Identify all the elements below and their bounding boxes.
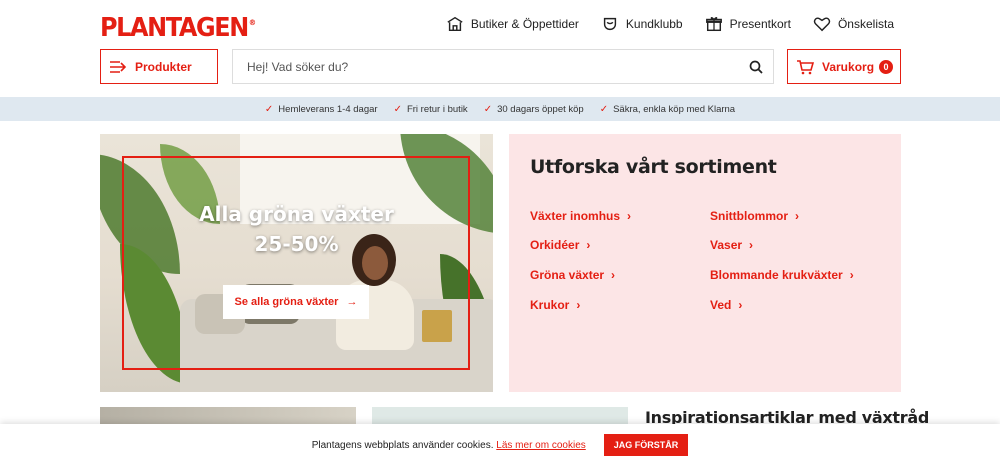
cookie-accept-button[interactable]: JAG FÖRSTÅR [603, 434, 689, 456]
category-link[interactable]: Vaser › [710, 238, 753, 252]
cookie-info-link[interactable]: Läs mer om cookies [496, 440, 585, 451]
hero-cta-button[interactable]: Se alla gröna växter → [223, 285, 369, 319]
category-link[interactable]: Ved › [710, 298, 742, 312]
hero-title-line2: 25-50% [254, 232, 339, 256]
check-icon: ✓ [483, 103, 493, 115]
usp-text: 30 dagars öppet köp [497, 103, 584, 115]
category-link[interactable]: Växter inomhus › [530, 209, 631, 223]
category-label: Orkidéer [530, 238, 580, 252]
gift-icon [705, 17, 722, 32]
heart-icon [813, 17, 831, 32]
cookie-message: Plantagens webbplats använder cookies. [311, 439, 494, 451]
hero-title-line1: Alla gröna växter [199, 202, 394, 226]
hero-banner[interactable]: Alla gröna växter 25-50% Se alla gröna v… [100, 134, 493, 392]
check-icon: ✓ [264, 103, 274, 115]
cart-icon [797, 59, 814, 74]
category-label: Krukor [530, 298, 570, 312]
cart-count-badge: 0 [879, 60, 893, 74]
explore-panel: Utforska vårt sortiment Växter inomhus › … [509, 134, 901, 392]
gift-card-label: Presentkort [729, 17, 791, 31]
chevron-right-icon: › [749, 238, 754, 252]
wishlist-label: Önskelista [837, 17, 894, 31]
category-link[interactable]: Blommande krukväxter › [710, 268, 854, 282]
category-link[interactable]: Krukor › [530, 298, 580, 312]
top-links: Butiker & Öppettider Kundklubb Presentko… [446, 15, 894, 33]
customer-club-link[interactable]: Kundklubb [601, 15, 683, 33]
check-icon: ✓ [599, 103, 609, 115]
chevron-right-icon: › [611, 268, 616, 282]
category-link[interactable]: Orkidéer › [530, 238, 590, 252]
products-menu-button[interactable]: Produkter [100, 49, 218, 84]
usp-item: ✓ Säkra, enkla köp med Klarna [600, 104, 735, 115]
chevron-right-icon: › [849, 268, 854, 282]
gift-card-link[interactable]: Presentkort [705, 15, 791, 33]
chevron-right-icon: › [576, 298, 581, 312]
store-icon [447, 16, 463, 32]
usp-text: Hemleverans 1-4 dagar [278, 103, 378, 115]
products-label: Produkter [135, 59, 192, 74]
cup-icon [603, 17, 617, 31]
category-label: Blommande krukväxter [710, 268, 843, 282]
logo-text[interactable]: PLANTAGEN [100, 13, 249, 43]
explore-title: Utforska vårt sortiment [530, 156, 777, 178]
category-link[interactable]: Gröna växter › [530, 268, 615, 282]
hero-cta-label: Se alla gröna växter [234, 296, 339, 308]
customer-club-label: Kundklubb [625, 17, 683, 31]
check-icon: ✓ [393, 103, 402, 115]
chevron-right-icon: › [738, 298, 743, 312]
usp-text: Fri retur i butik [406, 103, 468, 115]
cookie-text: Plantagens webbplats använder cookies. L… [312, 440, 586, 451]
wishlist-link[interactable]: Önskelista [813, 15, 894, 33]
category-label: Ved [710, 298, 732, 312]
category-label: Snittblommor [710, 209, 788, 223]
chevron-right-icon: › [627, 209, 632, 223]
plantagen-logo[interactable]: PLANTAGEN® [100, 13, 256, 43]
registered-mark: ® [248, 18, 257, 28]
category-label: Växter inomhus [530, 209, 621, 223]
usp-text: Säkra, enkla köp med Klarna [613, 103, 736, 115]
menu-arrow-icon [110, 60, 127, 73]
stores-link[interactable]: Butiker & Öppettider [446, 15, 579, 33]
chevron-right-icon: › [795, 209, 799, 223]
arrow-right-icon: → [346, 296, 358, 308]
cart-label: Varukorg [822, 59, 875, 74]
usp-item: ✓ Fri retur i butik [394, 104, 468, 115]
cookie-banner: Plantagens webbplats använder cookies. L… [0, 424, 1000, 466]
cart-button[interactable]: Varukorg 0 [787, 49, 901, 84]
usp-item: ✓ 30 dagars öppet köp [484, 104, 584, 115]
search-bar [232, 49, 774, 84]
category-link[interactable]: Snittblommor › [710, 209, 799, 223]
category-label: Vaser [710, 238, 743, 252]
chevron-right-icon: › [586, 238, 591, 252]
hero-frame [122, 156, 470, 370]
usp-bar: ✓ Hemleverans 1-4 dagar ✓ Fri retur i buti… [0, 97, 1000, 121]
usp-item: ✓ Hemleverans 1-4 dagar [265, 104, 378, 115]
category-label: Gröna växter [530, 268, 605, 282]
search-input[interactable] [233, 50, 739, 83]
stores-label: Butiker & Öppettider [470, 17, 579, 31]
search-icon[interactable] [739, 60, 773, 74]
